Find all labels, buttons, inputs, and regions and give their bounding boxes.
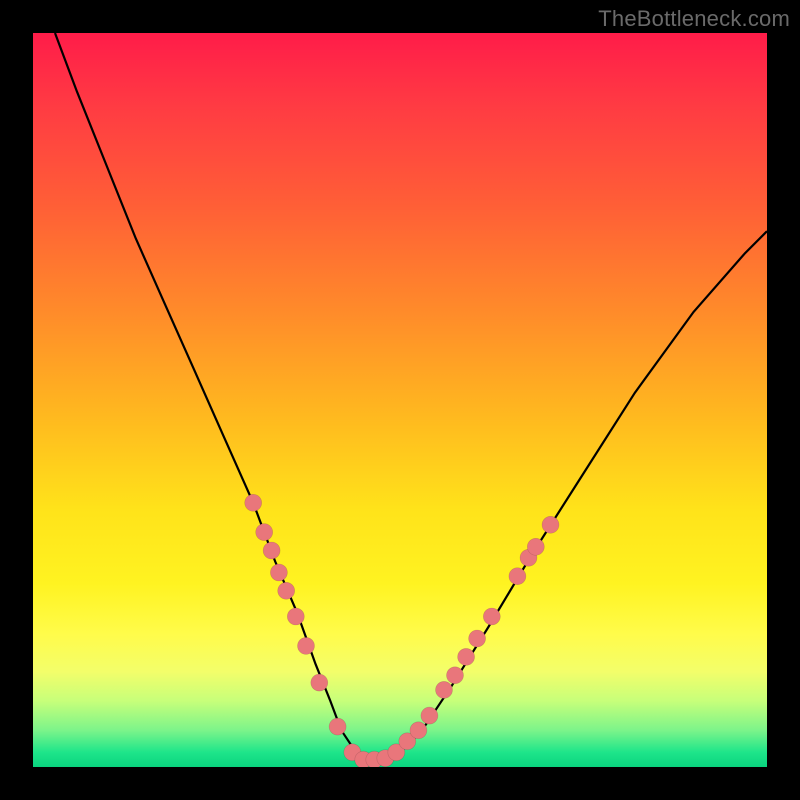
data-dot [458, 648, 475, 665]
data-dot [483, 608, 500, 625]
data-dot [263, 542, 280, 559]
data-dot [256, 524, 273, 541]
data-dot [421, 707, 438, 724]
data-dot [436, 681, 453, 698]
data-dot [469, 630, 486, 647]
plot-area [33, 33, 767, 767]
data-dot [527, 538, 544, 555]
data-dot [311, 674, 328, 691]
data-dot [270, 564, 287, 581]
data-dot [329, 718, 346, 735]
data-dot [509, 568, 526, 585]
data-dot [298, 637, 315, 654]
bottleneck-curve [55, 33, 767, 760]
data-dot [410, 722, 427, 739]
data-dot [447, 667, 464, 684]
data-dot [542, 516, 559, 533]
chart-frame: TheBottleneck.com [0, 0, 800, 800]
chart-svg [33, 33, 767, 767]
watermark-text: TheBottleneck.com [598, 6, 790, 32]
data-dot [287, 608, 304, 625]
data-dots [245, 494, 559, 767]
data-dot [278, 582, 295, 599]
data-dot [245, 494, 262, 511]
